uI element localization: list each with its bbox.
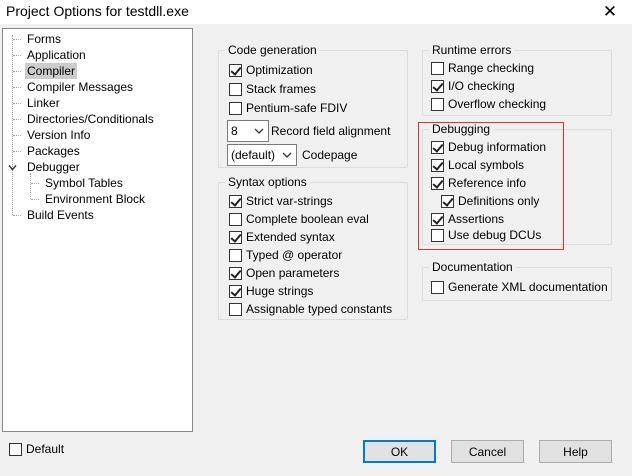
close-button[interactable]: ✕ [588,0,632,24]
tree-item-build-events[interactable]: Build Events [25,207,96,223]
checkbox-box[interactable] [229,63,242,77]
tree-item-compiler[interactable]: Compiler [25,63,78,79]
tree-connector [13,215,21,216]
strict-var-strings-checkbox[interactable]: Strict var-strings [229,193,333,209]
checkbox-box[interactable] [431,79,444,93]
checkbox-label: Complete boolean eval [246,212,369,226]
complete-boolean-eval-checkbox[interactable]: Complete boolean eval [229,211,369,227]
group-title: Runtime errors [429,43,515,57]
title-bar: Project Options for testdll.exe ✕ [0,0,632,24]
tree-item-version-info[interactable]: Version Info [25,127,92,143]
tree-item-packages[interactable]: Packages [25,143,82,159]
pentium-fdiv-checkbox[interactable]: Pentium-safe FDIV [229,100,347,116]
io-checking-checkbox[interactable]: I/O checking [431,78,515,94]
tree-connector [13,135,21,136]
overflow-checking-checkbox[interactable]: Overflow checking [431,96,546,112]
tree-connector [31,183,39,184]
codepage-label: Codepage [302,148,358,162]
tree-item-environment-block[interactable]: Environment Block [43,191,147,207]
checkbox-box[interactable] [229,302,242,316]
checkbox-box[interactable] [229,82,242,96]
extended-syntax-checkbox[interactable]: Extended syntax [229,229,335,245]
checkbox-label: Typed @ operator [246,248,343,262]
tree-connector [13,151,21,152]
group-title: Documentation [429,260,516,274]
tree-item-linker[interactable]: Linker [25,95,62,111]
checkbox-label: I/O checking [448,79,515,93]
checkbox-box[interactable] [431,280,444,294]
checkbox-box[interactable] [229,284,242,298]
tree-connector [30,173,31,199]
tree-connector [12,35,13,215]
cancel-button[interactable]: Cancel [451,440,524,463]
record-alignment-label: Record field alignment [271,124,391,138]
chevron-down-icon[interactable] [8,163,17,172]
checkbox-label: Huge strings [246,284,314,298]
tree-connector [31,199,39,200]
checkbox-label: Pentium-safe FDIV [246,101,348,115]
checkbox-label: Strict var-strings [246,194,333,208]
codepage-select[interactable]: (default) [227,144,297,166]
checkbox-label: Default [26,442,65,456]
checkbox-box[interactable] [229,248,242,262]
tree-item-symbol-tables[interactable]: Symbol Tables [43,175,125,191]
generate-xml-checkbox[interactable]: Generate XML documentation [431,279,608,295]
huge-strings-checkbox[interactable]: Huge strings [229,283,313,299]
tree-connector [13,71,21,72]
checkbox-box[interactable] [229,266,242,280]
assignable-typed-constants-checkbox[interactable]: Assignable typed constants [229,301,392,317]
open-parameters-checkbox[interactable]: Open parameters [229,265,339,281]
tree-connector [13,55,21,56]
tree-item-directories[interactable]: Directories/Conditionals [25,111,156,127]
checkbox-label: Range checking [448,61,535,75]
chevron-down-icon [282,152,292,158]
checkbox-box[interactable] [229,101,242,115]
record-alignment-select[interactable]: 8 [227,120,269,142]
tree-connector [13,39,21,40]
group-title: Code generation [225,43,320,57]
ok-button[interactable]: OK [363,440,436,463]
tree-item-compiler-messages[interactable]: Compiler Messages [25,79,135,95]
checkbox-box[interactable] [229,194,242,208]
tree-item-forms[interactable]: Forms [25,31,63,47]
checkbox-label: Generate XML documentation [448,280,608,294]
select-value: (default) [231,148,276,162]
typed-operator-checkbox[interactable]: Typed @ operator [229,247,342,263]
tree-connector [13,103,21,104]
tree-connector [13,87,21,88]
chevron-down-icon [254,128,264,134]
highlight-box [418,122,564,250]
checkbox-label: Extended syntax [246,230,335,244]
checkbox-box[interactable] [229,212,242,226]
window-title: Project Options for testdll.exe [6,3,189,19]
checkbox-label: Open parameters [246,266,340,280]
default-checkbox[interactable]: Default [9,441,64,457]
close-icon: ✕ [602,2,618,21]
help-button[interactable]: Help [539,440,612,463]
stack-frames-checkbox[interactable]: Stack frames [229,81,316,97]
checkbox-label: Optimization [246,63,313,77]
select-value: 8 [231,124,238,138]
checkbox-box[interactable] [9,442,22,456]
checkbox-box[interactable] [229,230,242,244]
tree-item-application[interactable]: Application [25,47,88,63]
checkbox-label: Overflow checking [448,97,547,111]
group-title: Syntax options [225,175,310,189]
checkbox-box[interactable] [431,97,444,111]
checkbox-label: Assignable typed constants [246,302,393,316]
tree-connector [13,119,21,120]
range-checking-checkbox[interactable]: Range checking [431,60,534,76]
options-tree[interactable]: Forms Application Compiler Compiler Mess… [2,28,193,432]
tree-item-debugger[interactable]: Debugger [25,159,82,175]
optimization-checkbox[interactable]: Optimization [229,62,313,78]
checkbox-box[interactable] [431,61,444,75]
checkbox-label: Stack frames [246,82,317,96]
